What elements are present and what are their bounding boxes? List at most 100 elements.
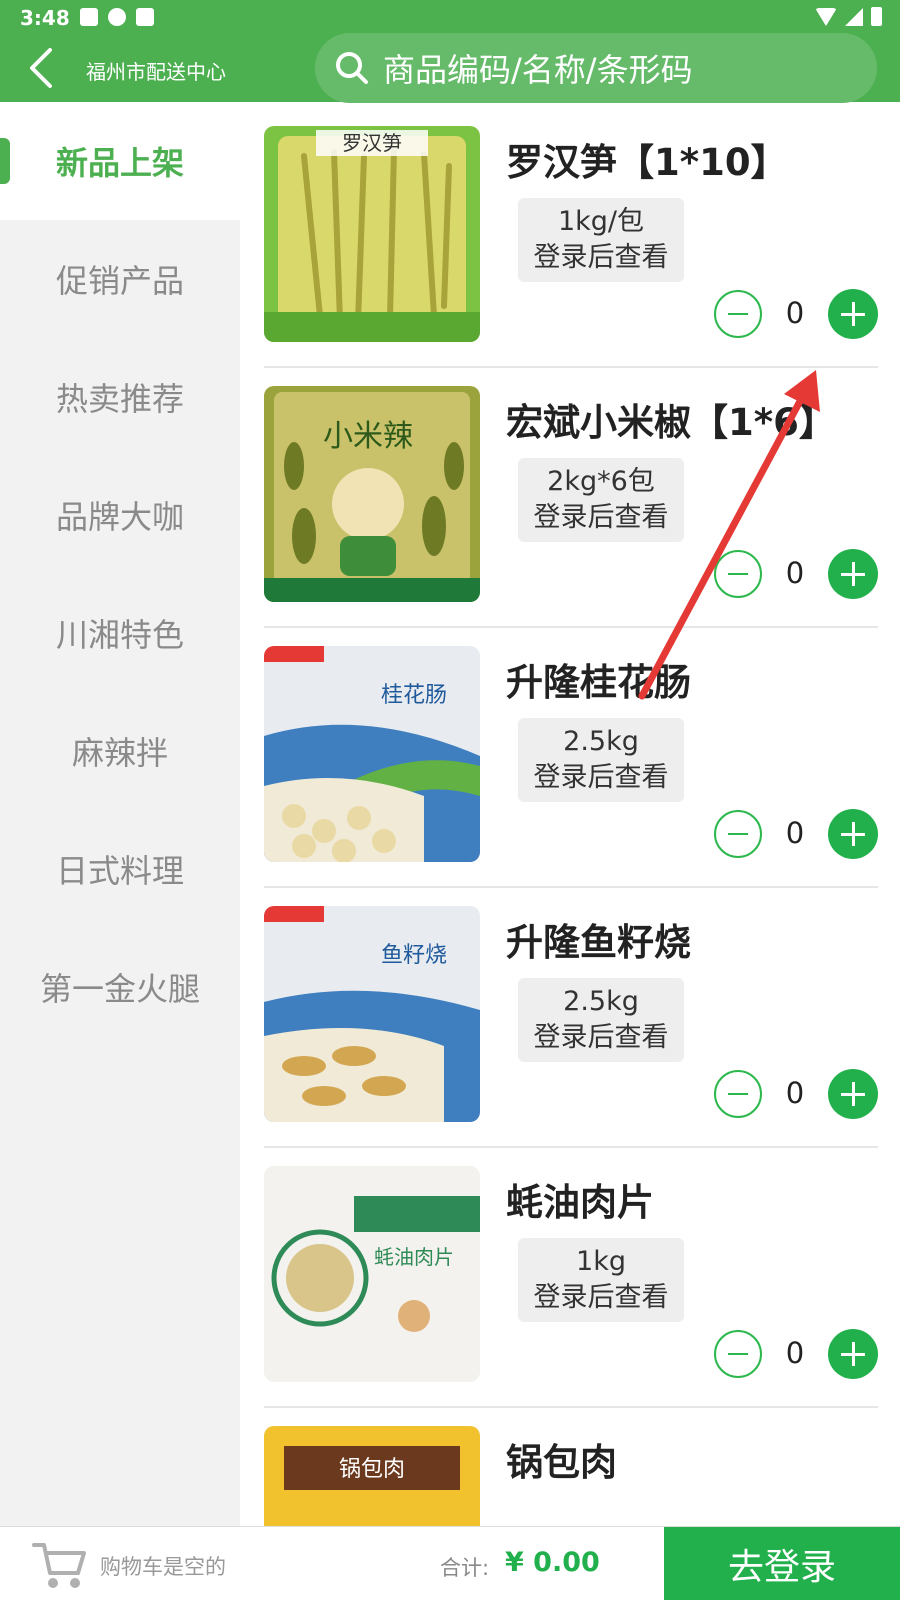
fish-roe-package-image: 鱼籽烧 bbox=[264, 906, 480, 1122]
total-value: ¥ 0.00 bbox=[505, 1547, 600, 1578]
cart-bar: 购物车是空的 合计: ¥ 0.00 去登录 bbox=[0, 1526, 900, 1600]
svg-text:锅包肉: 锅包肉 bbox=[339, 1457, 405, 1482]
status-icons-left bbox=[80, 8, 154, 26]
sidebar-item-spicy-mix[interactable]: 麻辣拌 bbox=[0, 692, 240, 810]
search-input[interactable]: 商品编码/名称/条形码 bbox=[315, 33, 877, 103]
top-bar: 3:48 福州市配送中心 商品编码/名称/条形码 bbox=[0, 0, 900, 103]
product-item[interactable]: 桂花肠 升隆桂花肠 2.5kg 登录后查看 0 bbox=[264, 622, 878, 888]
spec-text: 2.5kg bbox=[563, 726, 639, 757]
product-spec: 2kg*6包 登录后查看 bbox=[518, 458, 684, 542]
price-login-note: 登录后查看 bbox=[533, 1022, 669, 1053]
oyster-sauce-pork-package-image: 蚝油肉片 bbox=[264, 1166, 480, 1382]
product-image[interactable]: 罗汉笋 bbox=[264, 126, 480, 342]
spec-text: 2kg*6包 bbox=[547, 466, 655, 497]
back-button[interactable] bbox=[22, 46, 62, 90]
sidebar-item-label: 新品上架 bbox=[55, 144, 184, 182]
svg-text:桂花肠: 桂花肠 bbox=[381, 683, 447, 708]
qty-value: 0 bbox=[785, 1076, 805, 1110]
cart-empty-text: 购物车是空的 bbox=[100, 1555, 226, 1579]
cart-button[interactable] bbox=[32, 1539, 88, 1591]
sidebar-item-japanese[interactable]: 日式料理 bbox=[0, 810, 240, 928]
product-name[interactable]: 蚝油肉片 bbox=[506, 1172, 654, 1226]
chevron-left-icon bbox=[30, 48, 52, 88]
sidebar-item-label: 第一金火腿 bbox=[39, 970, 200, 1008]
search-placeholder: 商品编码/名称/条形码 bbox=[383, 51, 693, 89]
product-spec: 2.5kg 登录后查看 bbox=[518, 718, 684, 802]
status-bar: 3:48 bbox=[0, 0, 900, 34]
sidebar-item-hot-picks[interactable]: 热卖推荐 bbox=[0, 338, 240, 456]
sidebar-item-brands[interactable]: 品牌大咖 bbox=[0, 456, 240, 574]
product-spec: 2.5kg 登录后查看 bbox=[518, 978, 684, 1062]
product-name[interactable]: 升隆鱼籽烧 bbox=[506, 912, 691, 966]
product-image[interactable]: 锅包肉 bbox=[264, 1426, 480, 1526]
login-button[interactable]: 去登录 bbox=[664, 1527, 900, 1600]
product-item[interactable]: 鱼籽烧 升隆鱼籽烧 2.5kg 登录后查看 0 bbox=[264, 882, 878, 1148]
image-icon bbox=[80, 8, 98, 26]
decrease-qty-button[interactable] bbox=[714, 290, 762, 338]
increase-qty-button[interactable] bbox=[828, 1069, 878, 1119]
increase-qty-button[interactable] bbox=[828, 1329, 878, 1379]
qty-value: 0 bbox=[785, 1336, 805, 1370]
product-spec: 1kg/包 登录后查看 bbox=[518, 198, 684, 282]
total-label: 合计: bbox=[440, 1556, 490, 1580]
decrease-qty-button[interactable] bbox=[714, 1070, 762, 1118]
sidebar-item-jinhua-ham[interactable]: 第一金火腿 bbox=[0, 928, 240, 1046]
spec-text: 2.5kg bbox=[563, 986, 639, 1017]
product-item[interactable]: 罗汉笋 罗汉笋【1*10】 1kg/包 登录后查看 0 bbox=[264, 102, 878, 368]
spec-text: 1kg bbox=[576, 1246, 626, 1277]
price-login-note: 登录后查看 bbox=[533, 1282, 669, 1313]
product-spec: 1kg 登录后查看 bbox=[518, 1238, 684, 1322]
increase-qty-button[interactable] bbox=[828, 289, 878, 339]
product-name[interactable]: 宏斌小米椒【1*6】 bbox=[506, 392, 836, 446]
sidebar-item-label: 川湘特色 bbox=[55, 616, 184, 654]
bamboo-shoot-package-image: 罗汉笋 bbox=[264, 126, 480, 342]
product-item[interactable]: 小米辣 宏斌小米椒【1*6】 2kg*6包 登录后查看 0 bbox=[264, 362, 878, 628]
price-login-note: 登录后查看 bbox=[533, 242, 669, 273]
svg-text:蚝油肉片: 蚝油肉片 bbox=[374, 1245, 454, 1269]
qty-value: 0 bbox=[785, 556, 805, 590]
chili-package-image: 小米辣 bbox=[264, 386, 480, 602]
sidebar-item-sichuan-hunan[interactable]: 川湘特色 bbox=[0, 574, 240, 692]
spec-text: 1kg/包 bbox=[557, 206, 645, 237]
active-indicator bbox=[0, 138, 10, 184]
product-image[interactable]: 鱼籽烧 bbox=[264, 906, 480, 1122]
battery-icon bbox=[871, 7, 882, 26]
qty-value: 0 bbox=[785, 816, 805, 850]
sidebar-item-label: 热卖推荐 bbox=[55, 380, 184, 418]
price-login-note: 登录后查看 bbox=[533, 502, 669, 533]
price-login-note: 登录后查看 bbox=[533, 762, 669, 793]
increase-qty-button[interactable] bbox=[828, 809, 878, 859]
sidebar-item-promotions[interactable]: 促销产品 bbox=[0, 220, 240, 338]
decrease-qty-button[interactable] bbox=[714, 810, 762, 858]
product-image[interactable]: 桂花肠 bbox=[264, 646, 480, 862]
sidebar-item-new-arrivals[interactable]: 新品上架 bbox=[0, 102, 240, 220]
product-item[interactable]: 蚝油肉片 蚝油肉片 1kg 登录后查看 0 bbox=[264, 1142, 878, 1408]
product-name[interactable]: 锅包肉 bbox=[506, 1432, 617, 1486]
cart-icon bbox=[32, 1543, 86, 1588]
status-icons-right bbox=[815, 7, 882, 26]
svg-text:鱼籽烧: 鱼籽烧 bbox=[381, 943, 447, 968]
sausage-package-image: 桂花肠 bbox=[264, 646, 480, 862]
qty-value: 0 bbox=[785, 296, 805, 330]
product-name[interactable]: 升隆桂花肠 bbox=[506, 652, 691, 706]
sidebar-item-label: 日式料理 bbox=[55, 852, 184, 890]
a-box-icon bbox=[136, 8, 154, 26]
status-time: 3:48 bbox=[20, 6, 70, 30]
product-image[interactable]: 蚝油肉片 bbox=[264, 1166, 480, 1382]
sidebar-item-label: 促销产品 bbox=[55, 262, 184, 300]
wifi-icon bbox=[815, 7, 837, 26]
sidebar-item-label: 麻辣拌 bbox=[71, 734, 168, 772]
search-icon bbox=[336, 52, 368, 84]
sidebar-item-label: 品牌大咖 bbox=[55, 498, 184, 536]
product-name[interactable]: 罗汉笋【1*10】 bbox=[506, 132, 788, 186]
alert-icon bbox=[108, 8, 126, 26]
category-sidebar: 新品上架 促销产品 热卖推荐 品牌大咖 川湘特色 麻辣拌 日式料理 第一金火腿 bbox=[0, 102, 240, 1526]
pork-package-image: 锅包肉 bbox=[264, 1426, 480, 1526]
decrease-qty-button[interactable] bbox=[714, 550, 762, 598]
page-title: 福州市配送中心 bbox=[86, 60, 226, 84]
product-item[interactable]: 锅包肉 锅包肉 bbox=[264, 1402, 878, 1526]
product-image[interactable]: 小米辣 bbox=[264, 386, 480, 602]
product-list: 罗汉笋 罗汉笋【1*10】 1kg/包 登录后查看 0 小米辣 宏斌小米椒【1*… bbox=[240, 102, 900, 1526]
decrease-qty-button[interactable] bbox=[714, 1330, 762, 1378]
increase-qty-button[interactable] bbox=[828, 549, 878, 599]
